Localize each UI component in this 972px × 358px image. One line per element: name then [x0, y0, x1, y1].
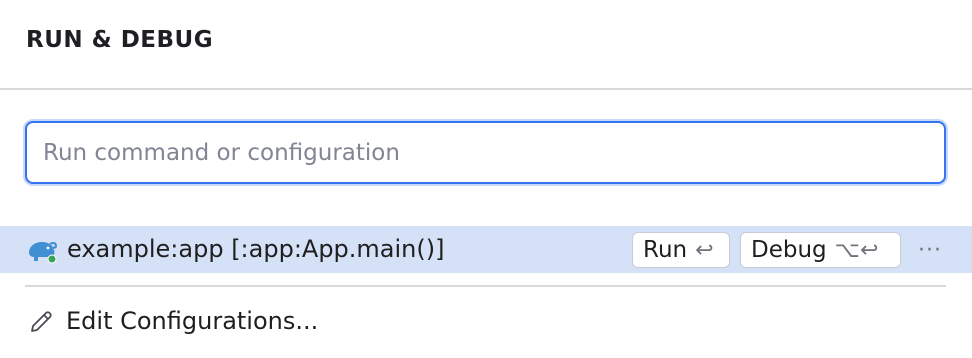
pencil-icon: [31, 311, 52, 332]
header-divider: [0, 88, 972, 90]
gradle-elephant-icon: [29, 241, 58, 264]
edit-configurations-item[interactable]: Edit Configurations...: [0, 298, 972, 348]
debug-button[interactable]: Debug ⌥↩: [740, 232, 901, 268]
run-button[interactable]: Run ↩: [632, 232, 730, 268]
search-box[interactable]: [25, 121, 946, 184]
configuration-label: example:app [:app:App.main()]: [67, 235, 445, 263]
edit-configurations-label: Edit Configurations...: [66, 307, 319, 335]
panel-title: RUN & DEBUG: [26, 27, 214, 53]
debug-shortcut: ⌥↩: [834, 237, 879, 263]
more-options-button[interactable]: ···: [912, 234, 948, 266]
list-divider: [25, 285, 946, 287]
search-input[interactable]: [27, 123, 944, 182]
run-shortcut: ↩: [695, 237, 714, 263]
configuration-row[interactable]: example:app [:app:App.main()] Run ↩ Debu…: [0, 226, 972, 273]
more-icon: ···: [918, 237, 942, 263]
run-debug-panel: RUN & DEBUG example:app [:app:App.main()…: [0, 0, 972, 358]
debug-button-label: Debug: [751, 237, 827, 263]
run-button-label: Run: [643, 237, 688, 263]
